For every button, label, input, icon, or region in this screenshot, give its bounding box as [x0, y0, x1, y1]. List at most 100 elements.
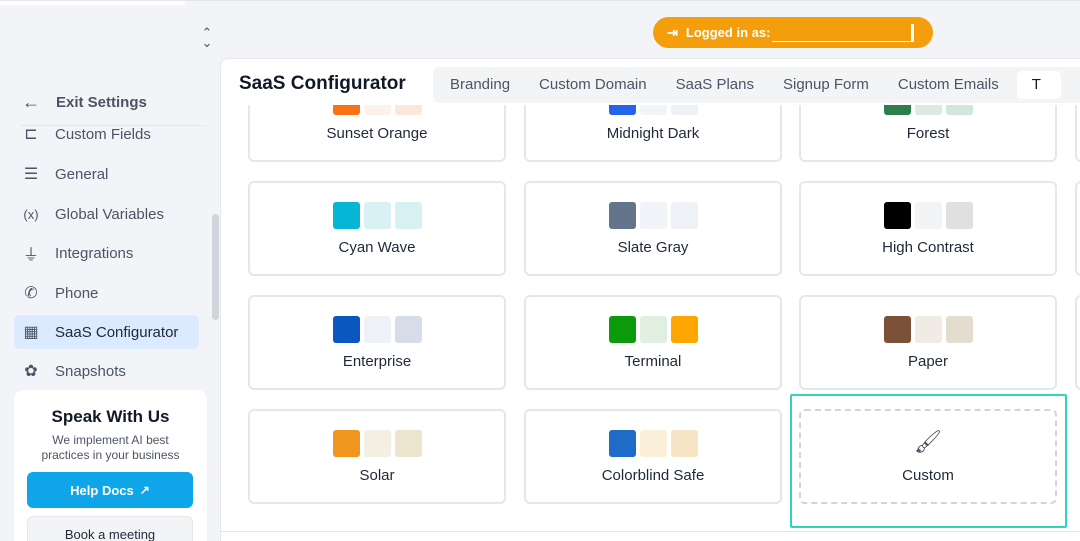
theme-name: Cyan Wave: [338, 239, 416, 256]
sidebar-item-label: Snapshots: [55, 362, 126, 380]
theme-name: Forest: [906, 125, 950, 142]
sidebar-scrollbar[interactable]: [212, 214, 219, 320]
color-swatch: [363, 202, 391, 229]
sidebar-item-saas-configurator[interactable]: ▦ SaaS Configurator: [14, 315, 199, 349]
color-swatch: [608, 316, 636, 343]
theme-card-partial[interactable]: [1075, 295, 1080, 390]
color-swatches: [526, 202, 780, 229]
sidebar-item-general[interactable]: ☰ General: [14, 157, 199, 191]
main-panel: SaaS Configurator Branding Custom Domain…: [220, 58, 1080, 541]
top-bar: ⌃ ⌄ ⇥ Logged in as:: [0, 0, 1080, 58]
logout-arrow-icon: ⇥: [667, 24, 678, 40]
form-field-icon: ⊏: [24, 126, 38, 143]
color-swatches: [526, 430, 780, 457]
sidebar-item-label: Phone: [55, 284, 99, 302]
tab-themes[interactable]: T: [1016, 71, 1061, 99]
color-swatch: [883, 316, 911, 343]
theme-card-partial[interactable]: [1075, 181, 1080, 276]
color-swatch: [332, 202, 360, 229]
logged-in-user-slot: [772, 23, 915, 42]
sliders-icon: ☰: [23, 166, 39, 183]
color-swatch: [332, 430, 360, 457]
color-swatch: [670, 202, 698, 229]
speak-with-us-card: Speak With Us We implement AI best pract…: [14, 390, 207, 541]
color-swatch: [608, 202, 636, 229]
help-docs-button[interactable]: Help Docs ↗: [27, 472, 193, 508]
sidebar-item-label: Integrations: [55, 244, 134, 262]
color-swatch: [332, 316, 360, 343]
color-swatch: [639, 430, 667, 457]
color-swatches: [250, 202, 504, 229]
color-swatch: [394, 202, 422, 229]
page-title: SaaS Configurator: [239, 73, 406, 94]
theme-card-enterprise[interactable]: Enterprise: [248, 295, 506, 390]
color-swatch: [639, 202, 667, 229]
external-link-icon: ↗: [139, 483, 150, 497]
theme-card-slate-gray[interactable]: Slate Gray: [524, 181, 782, 276]
theme-card-cyan-wave[interactable]: Cyan Wave: [248, 181, 506, 276]
theme-card-paper[interactable]: Paper: [799, 295, 1057, 390]
exit-settings-link[interactable]: ← Exit Settings: [22, 92, 147, 113]
settings-sidebar: ← Exit Settings ⊏ Custom Fields ☰ Genera…: [0, 58, 220, 541]
color-swatches: [801, 316, 1055, 343]
color-swatches: [526, 316, 780, 343]
theme-name: Terminal: [624, 353, 682, 370]
panel-footer-divider: [221, 531, 1080, 532]
color-swatches: [250, 316, 504, 343]
sidebar-item-global-variables[interactable]: (x) Global Variables: [14, 197, 199, 231]
help-docs-label: Help Docs: [70, 482, 134, 498]
theme-card-terminal[interactable]: Terminal: [524, 295, 782, 390]
arrow-left-icon: ←: [22, 92, 40, 112]
color-swatch: [394, 316, 422, 343]
color-swatches: [801, 202, 1055, 229]
theme-card-colorblind-safe[interactable]: Colorblind Safe: [524, 409, 782, 504]
color-swatch: [914, 202, 942, 229]
color-swatch: [883, 202, 911, 229]
book-meeting-button[interactable]: Book a meeting: [27, 516, 193, 541]
tab-branding[interactable]: Branding: [435, 71, 524, 99]
color-swatch: [945, 316, 973, 343]
theme-name: Enterprise: [342, 353, 412, 370]
tab-signup-form[interactable]: Signup Form: [768, 71, 883, 99]
sidebar-item-integrations[interactable]: ⏚ Integrations: [14, 236, 199, 270]
layout-icon: ▦: [23, 324, 39, 341]
theme-name: Paper: [907, 353, 949, 370]
sidebar-item-label: Global Variables: [55, 205, 164, 223]
theme-name: Solar: [359, 467, 395, 484]
sidebar-item-label: General: [55, 165, 109, 183]
panel-header: SaaS Configurator Branding Custom Domain…: [221, 59, 1080, 105]
sidebar-item-phone[interactable]: ✆ Phone: [14, 276, 199, 310]
color-swatches: [250, 430, 504, 457]
sidebar-item-label: Custom Fields: [55, 126, 151, 143]
color-swatch: [945, 202, 973, 229]
selected-theme-highlight: [790, 394, 1067, 528]
book-meeting-label: Book a meeting: [64, 526, 156, 541]
logged-in-badge[interactable]: ⇥ Logged in as:: [653, 17, 933, 48]
color-swatch: [670, 430, 698, 457]
help-card-subtitle: We implement AI best practices in your b…: [41, 433, 180, 462]
theme-name: Colorblind Safe: [601, 467, 705, 484]
sidebar-item-snapshots[interactable]: ✿ Snapshots: [14, 354, 199, 382]
color-swatch: [608, 430, 636, 457]
help-card-title: Speak With Us: [51, 407, 170, 426]
tab-saas-plans[interactable]: SaaS Plans: [661, 71, 768, 99]
sidebar-item-custom-fields[interactable]: ⊏ Custom Fields: [14, 126, 199, 151]
color-swatch: [363, 316, 391, 343]
color-swatch: [670, 316, 698, 343]
theme-card-high-contrast[interactable]: High Contrast: [799, 181, 1057, 276]
color-swatch: [394, 430, 422, 457]
theme-name: Midnight Dark: [606, 125, 700, 142]
exit-settings-label: Exit Settings: [56, 94, 147, 111]
logged-in-label: Logged in as:: [685, 25, 771, 40]
theme-name: Sunset Orange: [326, 125, 428, 142]
theme-card-solar[interactable]: Solar: [248, 409, 506, 504]
theme-name: Slate Gray: [617, 239, 689, 256]
variable-icon: (x): [23, 206, 39, 222]
tab-custom-domain[interactable]: Custom Domain: [524, 71, 661, 99]
chevron-up-down-icon[interactable]: ⌃ ⌄: [197, 26, 217, 50]
top-stripe: [0, 1, 185, 5]
color-swatch: [914, 316, 942, 343]
color-swatch: [363, 430, 391, 457]
plug-icon: ⏚: [22, 247, 39, 264]
tab-custom-emails[interactable]: Custom Emails: [883, 71, 1013, 99]
